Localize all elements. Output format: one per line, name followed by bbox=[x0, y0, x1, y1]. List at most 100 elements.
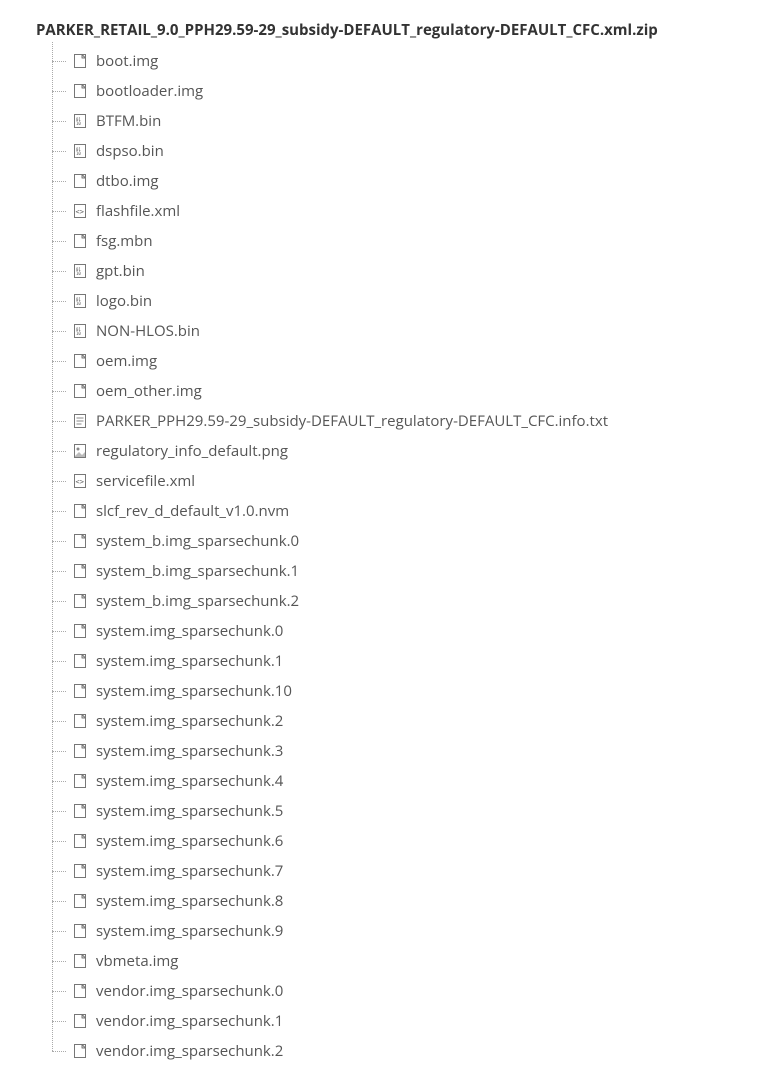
tree-item[interactable]: dspso.bin bbox=[36, 136, 773, 166]
tree-item[interactable]: system_b.img_sparsechunk.0 bbox=[36, 526, 773, 556]
file-icon bbox=[72, 623, 88, 639]
file-icon bbox=[72, 983, 88, 999]
file-icon bbox=[72, 353, 88, 369]
tree-item[interactable]: vbmeta.img bbox=[36, 946, 773, 976]
xml-file-icon bbox=[72, 203, 88, 219]
tree-item[interactable]: BTFM.bin bbox=[36, 106, 773, 136]
tree-item[interactable]: boot.img bbox=[36, 46, 773, 76]
file-icon bbox=[72, 713, 88, 729]
file-icon bbox=[72, 383, 88, 399]
file-icon bbox=[72, 743, 88, 759]
binary-file-icon bbox=[72, 113, 88, 129]
file-name-label: system.img_sparsechunk.7 bbox=[96, 864, 283, 879]
file-name-label: vbmeta.img bbox=[96, 954, 178, 969]
file-name-label: system.img_sparsechunk.3 bbox=[96, 744, 283, 759]
tree-item[interactable]: oem_other.img bbox=[36, 376, 773, 406]
file-name-label: system.img_sparsechunk.5 bbox=[96, 804, 283, 819]
text-file-icon bbox=[72, 413, 88, 429]
tree-item[interactable]: flashfile.xml bbox=[36, 196, 773, 226]
tree-item[interactable]: dtbo.img bbox=[36, 166, 773, 196]
file-name-label: system.img_sparsechunk.9 bbox=[96, 924, 283, 939]
tree-item[interactable]: system.img_sparsechunk.4 bbox=[36, 766, 773, 796]
tree-item[interactable]: bootloader.img bbox=[36, 76, 773, 106]
file-name-label: vendor.img_sparsechunk.0 bbox=[96, 984, 283, 999]
tree-item[interactable]: logo.bin bbox=[36, 286, 773, 316]
file-name-label: oem_other.img bbox=[96, 384, 202, 399]
file-name-label: system.img_sparsechunk.8 bbox=[96, 894, 283, 909]
tree-item[interactable]: regulatory_info_default.png bbox=[36, 436, 773, 466]
file-icon bbox=[72, 653, 88, 669]
file-name-label: vendor.img_sparsechunk.2 bbox=[96, 1044, 283, 1059]
file-icon bbox=[72, 953, 88, 969]
binary-file-icon bbox=[72, 323, 88, 339]
binary-file-icon bbox=[72, 143, 88, 159]
file-name-label: system.img_sparsechunk.10 bbox=[96, 684, 292, 699]
file-icon bbox=[72, 1043, 88, 1059]
file-icon bbox=[72, 923, 88, 939]
tree-item[interactable]: system.img_sparsechunk.2 bbox=[36, 706, 773, 736]
file-icon bbox=[72, 503, 88, 519]
tree-item[interactable]: servicefile.xml bbox=[36, 466, 773, 496]
file-name-label: gpt.bin bbox=[96, 264, 145, 279]
file-name-label: dspso.bin bbox=[96, 144, 164, 159]
file-name-label: bootloader.img bbox=[96, 84, 203, 99]
tree-item[interactable]: system.img_sparsechunk.10 bbox=[36, 676, 773, 706]
tree-item[interactable]: system.img_sparsechunk.1 bbox=[36, 646, 773, 676]
file-name-label: flashfile.xml bbox=[96, 204, 180, 219]
file-name-label: PARKER_PPH29.59-29_subsidy-DEFAULT_regul… bbox=[96, 414, 608, 429]
file-name-label: system_b.img_sparsechunk.1 bbox=[96, 564, 299, 579]
tree-item[interactable]: vendor.img_sparsechunk.2 bbox=[36, 1036, 773, 1066]
tree-item[interactable]: system.img_sparsechunk.9 bbox=[36, 916, 773, 946]
file-name-label: logo.bin bbox=[96, 294, 152, 309]
image-file-icon bbox=[72, 443, 88, 459]
tree-item[interactable]: NON-HLOS.bin bbox=[36, 316, 773, 346]
binary-file-icon bbox=[72, 263, 88, 279]
tree-item[interactable]: system.img_sparsechunk.5 bbox=[36, 796, 773, 826]
tree-item[interactable]: vendor.img_sparsechunk.0 bbox=[36, 976, 773, 1006]
binary-file-icon bbox=[72, 293, 88, 309]
tree-item[interactable]: gpt.bin bbox=[36, 256, 773, 286]
file-name-label: system.img_sparsechunk.2 bbox=[96, 714, 283, 729]
tree-item[interactable]: system_b.img_sparsechunk.1 bbox=[36, 556, 773, 586]
archive-title[interactable]: PARKER_RETAIL_9.0_PPH29.59-29_subsidy-DE… bbox=[36, 20, 773, 40]
file-name-label: BTFM.bin bbox=[96, 114, 161, 129]
file-name-label: system.img_sparsechunk.4 bbox=[96, 774, 283, 789]
file-icon bbox=[72, 83, 88, 99]
file-icon bbox=[72, 593, 88, 609]
file-icon bbox=[72, 803, 88, 819]
tree-item[interactable]: system_b.img_sparsechunk.2 bbox=[36, 586, 773, 616]
file-icon bbox=[72, 53, 88, 69]
file-name-label: system.img_sparsechunk.0 bbox=[96, 624, 283, 639]
file-icon bbox=[72, 893, 88, 909]
tree-item[interactable]: slcf_rev_d_default_v1.0.nvm bbox=[36, 496, 773, 526]
file-name-label: fsg.mbn bbox=[96, 234, 153, 249]
file-icon bbox=[72, 533, 88, 549]
file-icon bbox=[72, 683, 88, 699]
file-tree: boot.img bootloader.img BTFM.bin dspso.bin d… bbox=[36, 46, 773, 1066]
file-name-label: dtbo.img bbox=[96, 174, 158, 189]
tree-item[interactable]: fsg.mbn bbox=[36, 226, 773, 256]
file-name-label: NON-HLOS.bin bbox=[96, 324, 200, 339]
file-icon bbox=[72, 773, 88, 789]
file-name-label: boot.img bbox=[96, 54, 158, 69]
tree-item[interactable]: PARKER_PPH29.59-29_subsidy-DEFAULT_regul… bbox=[36, 406, 773, 436]
file-icon bbox=[72, 233, 88, 249]
tree-item[interactable]: system.img_sparsechunk.8 bbox=[36, 886, 773, 916]
tree-item[interactable]: system.img_sparsechunk.0 bbox=[36, 616, 773, 646]
file-icon bbox=[72, 563, 88, 579]
file-name-label: system_b.img_sparsechunk.2 bbox=[96, 594, 299, 609]
tree-item[interactable]: system.img_sparsechunk.3 bbox=[36, 736, 773, 766]
file-icon bbox=[72, 833, 88, 849]
tree-item[interactable]: oem.img bbox=[36, 346, 773, 376]
file-name-label: system.img_sparsechunk.6 bbox=[96, 834, 283, 849]
file-icon bbox=[72, 863, 88, 879]
file-name-label: system_b.img_sparsechunk.0 bbox=[96, 534, 299, 549]
file-icon bbox=[72, 1013, 88, 1029]
file-name-label: regulatory_info_default.png bbox=[96, 444, 288, 459]
tree-item[interactable]: vendor.img_sparsechunk.1 bbox=[36, 1006, 773, 1036]
tree-item[interactable]: system.img_sparsechunk.6 bbox=[36, 826, 773, 856]
file-name-label: system.img_sparsechunk.1 bbox=[96, 654, 283, 669]
file-name-label: servicefile.xml bbox=[96, 474, 195, 489]
file-name-label: oem.img bbox=[96, 354, 157, 369]
tree-item[interactable]: system.img_sparsechunk.7 bbox=[36, 856, 773, 886]
